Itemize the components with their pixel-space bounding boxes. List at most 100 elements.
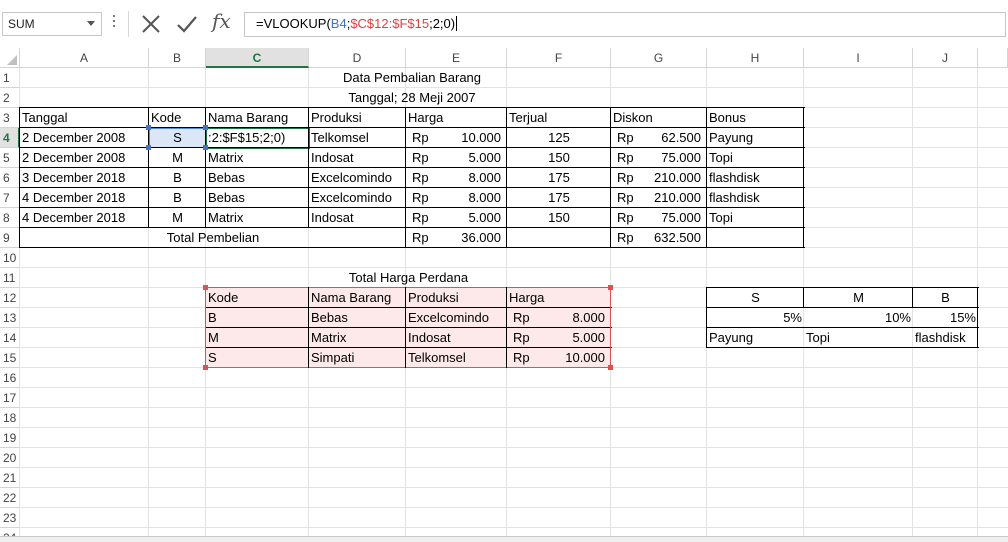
- border-h: [707, 327, 979, 328]
- lookup-col-border: [506, 287, 507, 368]
- row-header-10[interactable]: 10: [0, 248, 20, 268]
- lookup-produksi: Excelcomindo: [408, 310, 489, 325]
- formula-input[interactable]: =VLOOKUP(B4;$C$12:$F$15;2;0): [244, 12, 1006, 37]
- row-header-18[interactable]: 18: [0, 408, 20, 428]
- select-all-corner[interactable]: [0, 48, 20, 68]
- column-header-b[interactable]: B: [149, 48, 206, 68]
- side-header-cell: B: [941, 290, 950, 305]
- cell-terjual: 150: [548, 150, 570, 165]
- gridline-row: [20, 387, 1008, 388]
- border-h: [20, 187, 805, 188]
- column-header-g[interactable]: G: [611, 48, 707, 68]
- sheet-title: Data Pembalian Barang: [342, 70, 482, 85]
- border-v: [803, 287, 804, 308]
- cell-nama: Matrix: [208, 150, 244, 165]
- border-h: [20, 227, 805, 228]
- cell-diskon: 62.500: [661, 130, 701, 145]
- sheet-tabs-bar[interactable]: [0, 536, 1008, 542]
- row-header-19[interactable]: 19: [0, 428, 20, 448]
- chevron-down-icon[interactable]: [87, 21, 95, 26]
- header-cell: Terjual: [509, 110, 548, 125]
- row-header-11[interactable]: 11: [0, 268, 20, 288]
- row-header-2[interactable]: 2: [0, 88, 20, 108]
- cancel-icon[interactable]: [139, 12, 163, 36]
- cell-terjual: 150: [548, 210, 570, 225]
- lookup-row-border: [206, 327, 612, 328]
- row-header-3[interactable]: 3: [0, 108, 20, 128]
- column-header-d[interactable]: D: [309, 48, 406, 68]
- cell-bonus: Payung: [709, 130, 754, 145]
- row-header-7[interactable]: 7: [0, 188, 20, 208]
- border-h: [20, 127, 805, 128]
- column-header-i[interactable]: I: [804, 48, 913, 68]
- more-options-icon[interactable]: [113, 15, 117, 31]
- column-header-e[interactable]: E: [406, 48, 507, 68]
- row-header-17[interactable]: 17: [0, 388, 20, 408]
- row-header-13[interactable]: 13: [0, 308, 20, 328]
- lookup-col-border: [405, 287, 406, 368]
- header-cell: Diskon: [613, 110, 653, 125]
- row-header-12[interactable]: 12: [0, 288, 20, 308]
- row-header-14[interactable]: 14: [0, 328, 20, 348]
- reference-resize-handle[interactable]: [146, 145, 151, 150]
- total-label: Total Pembelian: [166, 230, 260, 245]
- formula-bar-divider: [128, 11, 129, 37]
- range-resize-handle[interactable]: [608, 285, 613, 290]
- range-resize-handle[interactable]: [203, 285, 208, 290]
- side-discount-cell: 10%: [884, 310, 911, 325]
- row-header-20[interactable]: 20: [0, 448, 20, 468]
- gridline-row: [20, 467, 1008, 468]
- row-header-1[interactable]: 1: [0, 68, 20, 88]
- border-h: [20, 147, 805, 148]
- row-header-23[interactable]: 23: [0, 508, 20, 528]
- column-header-c[interactable]: C: [206, 48, 309, 68]
- row-header-4[interactable]: 4: [0, 128, 20, 148]
- reference-resize-handle[interactable]: [146, 125, 151, 130]
- lookup-row-border: [206, 347, 612, 348]
- row-header-22[interactable]: 22: [0, 488, 20, 508]
- row-header-21[interactable]: 21: [0, 468, 20, 488]
- border-h: [707, 287, 979, 288]
- row-header-9[interactable]: 9: [0, 228, 20, 248]
- border-v: [308, 107, 309, 228]
- column-header-f[interactable]: F: [507, 48, 611, 68]
- spreadsheet-grid[interactable]: ABCDEFGHIJ 1 2 3 4 5 6 7 8 9 10 11 12 13 14 15 16 17 18 19…: [0, 48, 1008, 542]
- border-v: [506, 107, 507, 248]
- row-header-15[interactable]: 15: [0, 348, 20, 368]
- column-header-a[interactable]: A: [20, 48, 149, 68]
- formula-bar: SUM fx =VLOOKUP(B4;$C$12:$F$15;2;0): [0, 0, 1008, 48]
- sheet-date-line: Tanggal; 28 Meji 2007: [348, 90, 476, 105]
- header-cell: Kode: [151, 110, 182, 125]
- check-icon[interactable]: [175, 12, 199, 36]
- name-box[interactable]: SUM: [2, 12, 102, 36]
- reference-resize-handle[interactable]: [203, 125, 208, 130]
- border-h: [707, 307, 979, 308]
- row-header-5[interactable]: 5: [0, 148, 20, 168]
- header-cell: Tanggal: [22, 110, 68, 125]
- cell-tanggal: 2 December 2008: [22, 130, 126, 145]
- range-resize-handle[interactable]: [203, 365, 208, 370]
- lookup-header-cell: Nama Barang: [311, 290, 392, 305]
- cell-produksi: Excelcomindo: [311, 190, 392, 205]
- border-h: [707, 347, 979, 348]
- border-h: [20, 247, 805, 248]
- column-header-next[interactable]: [978, 48, 1008, 68]
- row-header-16[interactable]: 16: [0, 368, 20, 388]
- border-v: [610, 107, 611, 248]
- border-v: [706, 107, 707, 248]
- column-header-j[interactable]: J: [913, 48, 978, 68]
- border-v: [19, 107, 20, 248]
- border-h: [20, 167, 805, 168]
- row-header-6[interactable]: 6: [0, 168, 20, 188]
- range-resize-handle[interactable]: [608, 365, 613, 370]
- cell-nama: Bebas: [208, 170, 245, 185]
- row-header-8[interactable]: 8: [0, 208, 20, 228]
- reference-resize-handle[interactable]: [203, 145, 208, 150]
- cell-harga: 8.000: [468, 190, 501, 205]
- cell-diskon: 75.000: [661, 150, 701, 165]
- lookup-produksi: Telkomsel: [408, 350, 466, 365]
- lookup-nama: Bebas: [311, 310, 348, 325]
- insert-function-icon[interactable]: fx: [212, 9, 238, 33]
- cell-harga: 8.000: [468, 170, 501, 185]
- column-header-h[interactable]: H: [707, 48, 804, 68]
